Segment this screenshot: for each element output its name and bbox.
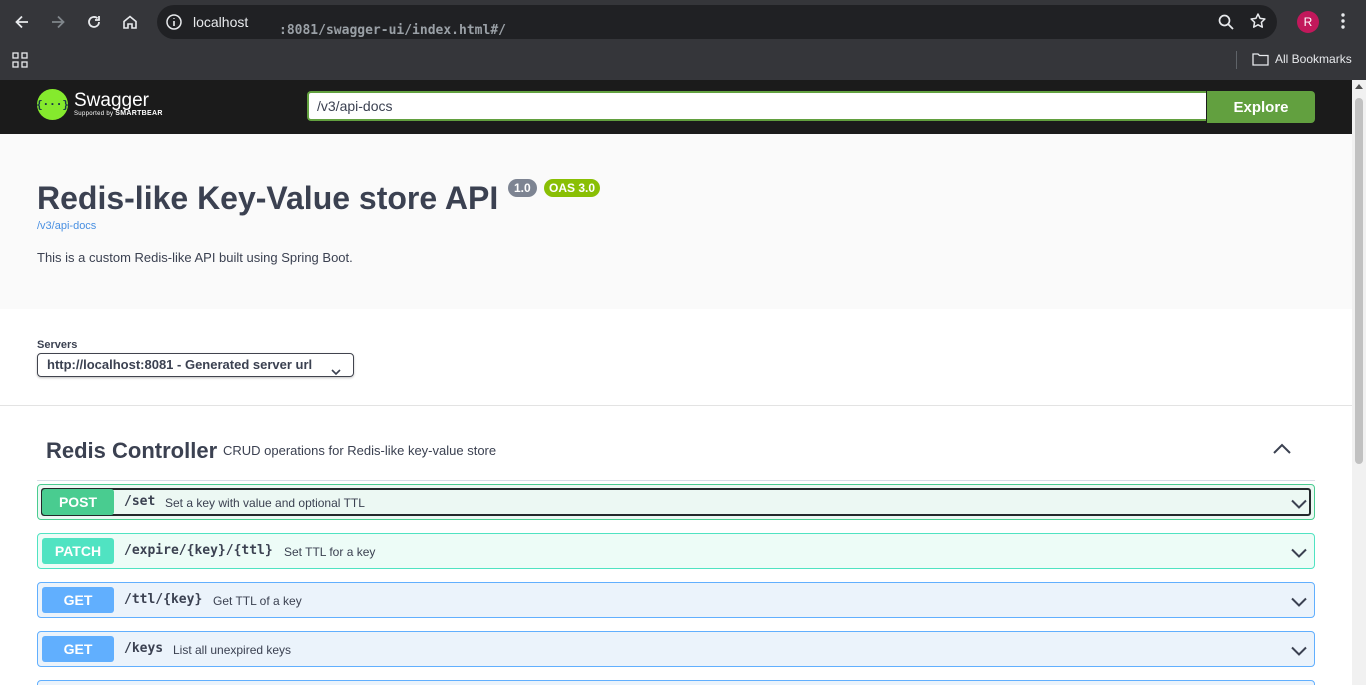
chevron-down-icon (1291, 643, 1307, 661)
browser-toolbar: localhost:8081/swagger-ui/index.html#/ R (0, 0, 1366, 44)
explore-button[interactable]: Explore (1207, 91, 1315, 123)
operation-summary: Set TTL for a key (284, 545, 376, 559)
method-badge: GET (42, 587, 114, 613)
chevron-down-icon (331, 361, 341, 383)
swagger-logo[interactable]: {···} Swagger Supported by SMARTBEAR (36, 89, 163, 120)
all-bookmarks-button[interactable]: All Bookmarks (1252, 52, 1352, 66)
page-scrollbar[interactable] (1352, 80, 1366, 685)
version-badge: 1.0 (508, 179, 537, 197)
more-menu-icon[interactable] (1336, 10, 1350, 37)
servers-selected-value: http://localhost:8081 - Generated server… (47, 357, 313, 372)
operation-path: /ttl/{key} (124, 592, 203, 607)
operation-path: /keys (124, 641, 164, 656)
operation-summary: Set a key with value and optional TTL (165, 496, 365, 510)
tag-header[interactable]: Redis Controller CRUD operations for Red… (37, 406, 1315, 481)
servers-label: Servers (37, 339, 78, 351)
spec-link[interactable]: /v3/api-docs (37, 220, 96, 232)
all-bookmarks-label: All Bookmarks (1275, 52, 1352, 66)
arrow-left-icon (15, 15, 28, 29)
tag-description: CRUD operations for Redis-like key-value… (223, 443, 497, 458)
operation-get-keys[interactable]: GET /keys List all unexpired keys (37, 631, 1315, 667)
api-description: This is a custom Redis-like API built us… (37, 250, 353, 265)
operation-summary: Get TTL of a key (213, 594, 302, 608)
operation-patch-expire[interactable]: PATCH /expire/{key}/{ttl} Set TTL for a … (37, 533, 1315, 569)
operation-post-set[interactable]: POST /set Set a key with value and optio… (37, 484, 1315, 520)
reload-icon (88, 16, 100, 28)
servers-section: Servers http://localhost:8081 - Generate… (0, 309, 1352, 406)
operation-path: /expire/{key}/{ttl} (124, 543, 273, 558)
back-button[interactable] (8, 8, 36, 36)
swagger-topbar: {···} Swagger Supported by SMARTBEAR /v3… (0, 80, 1352, 134)
chevron-down-icon (1291, 594, 1307, 612)
site-info-icon[interactable] (165, 13, 183, 36)
api-info: Redis-like Key-Value store API 1.0 OAS 3… (0, 134, 1352, 309)
bookmarks-bar: All Bookmarks (0, 44, 1366, 81)
tag-name: Redis Controller (46, 438, 218, 463)
scroll-up-arrow-icon[interactable] (1355, 84, 1363, 89)
address-bar[interactable]: localhost:8081/swagger-ui/index.html#/ (157, 5, 1277, 39)
operation-next-partial[interactable] (37, 680, 1315, 685)
operation-summary: List all unexpired keys (173, 643, 292, 657)
swagger-logo-text: Swagger (74, 90, 149, 111)
apps-grid-icon[interactable] (12, 52, 28, 73)
zoom-icon[interactable] (1217, 13, 1235, 36)
operations-section: Redis Controller CRUD operations for Red… (0, 406, 1352, 685)
chevron-up-icon[interactable] (1273, 442, 1291, 460)
home-button[interactable] (116, 8, 144, 36)
operation-path: /set (124, 494, 156, 509)
bookmark-star-icon[interactable] (1249, 12, 1267, 35)
operation-get-ttl[interactable]: GET /ttl/{key} Get TTL of a key (37, 582, 1315, 618)
profile-avatar[interactable]: R (1297, 11, 1319, 33)
swagger-page: {···} Swagger Supported by SMARTBEAR /v3… (0, 80, 1352, 685)
method-badge: PATCH (42, 538, 114, 564)
forward-button[interactable] (44, 8, 72, 36)
method-badge: POST (42, 489, 114, 515)
bookmarks-divider (1236, 51, 1237, 69)
swagger-logo-sub: Supported by SMARTBEAR (74, 110, 163, 117)
swagger-logo-icon: {···} (36, 89, 69, 120)
chevron-down-icon (1291, 545, 1307, 563)
api-title: Redis-like Key-Value store API (37, 180, 499, 216)
spec-url-input[interactable]: /v3/api-docs (307, 91, 1206, 121)
home-icon (123, 15, 137, 29)
method-badge: GET (42, 636, 114, 662)
servers-select[interactable]: http://localhost:8081 - Generated server… (37, 353, 354, 377)
scroll-thumb[interactable] (1355, 98, 1363, 464)
address-url: localhost:8081/swagger-ui/index.html#/ (193, 14, 506, 38)
reload-button[interactable] (80, 8, 108, 36)
arrow-right-icon (52, 15, 65, 29)
folder-icon (1252, 53, 1269, 66)
oas-badge: OAS 3.0 (544, 179, 601, 197)
chevron-down-icon (1291, 496, 1307, 514)
